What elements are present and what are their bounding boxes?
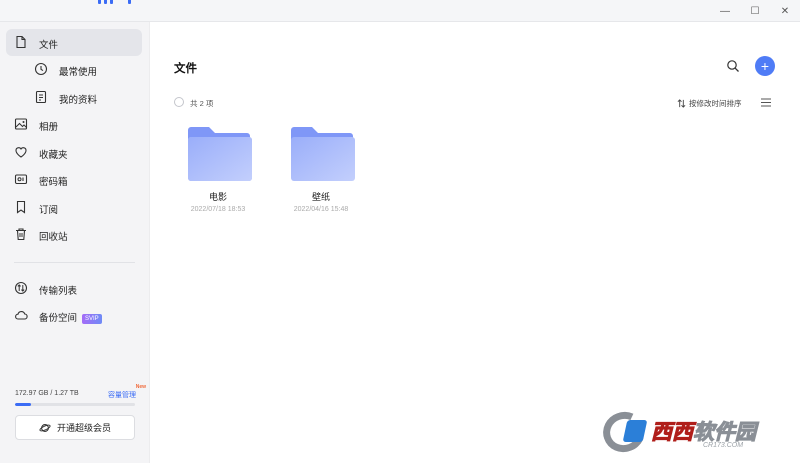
sidebar-item-label: 备份空间 SVIP xyxy=(39,310,102,324)
sidebar-item-label: 我的资料 xyxy=(59,95,98,106)
storage-progress-fill xyxy=(15,403,31,406)
sidebar-item-backup[interactable]: 备份空间 SVIP xyxy=(6,302,142,329)
svip-badge: SVIP xyxy=(82,314,102,324)
storage-used-text: 172.97 GB / 1.27 TB xyxy=(15,390,79,397)
sidebar-item-label: 传输列表 xyxy=(39,286,78,297)
sidebar-item-trash[interactable]: 回收站 xyxy=(6,221,142,248)
list-view-icon[interactable] xyxy=(761,98,771,107)
cloud-icon xyxy=(15,311,28,320)
main-content: 文件 + 共 2 项 按修改时间排序 电影 2022/07/18 18:53 壁… xyxy=(150,22,800,463)
sidebar-item-subscribe[interactable]: 订阅 xyxy=(6,194,142,221)
new-badge: New xyxy=(135,384,146,390)
close-button[interactable]: ✕ xyxy=(770,0,800,22)
heart-icon xyxy=(15,147,27,158)
bookmark-icon xyxy=(16,200,26,214)
sidebar-item-label: 最常使用 xyxy=(59,67,98,78)
sidebar-item-favorites[interactable]: 收藏夹 xyxy=(6,139,142,166)
document-icon xyxy=(35,90,47,104)
folder-name: 壁纸 xyxy=(311,192,330,202)
window-controls: — ☐ ✕ xyxy=(710,0,800,22)
plus-icon: + xyxy=(760,58,770,74)
folder-icon xyxy=(291,127,355,181)
sidebar-item-label: 文件 xyxy=(39,40,59,51)
open-vip-button[interactable]: 开通超级会员 xyxy=(15,415,135,440)
title-bar: — ☐ ✕ xyxy=(0,0,800,22)
sidebar-item-label: 订阅 xyxy=(39,205,59,216)
sidebar-item-safe[interactable]: 密码箱 xyxy=(6,166,142,193)
sidebar-item-label: 密码箱 xyxy=(39,177,68,188)
sidebar-item-label: 相册 xyxy=(39,122,59,133)
planet-icon xyxy=(39,423,51,432)
folder-item[interactable]: 壁纸 2022/04/16 15:48 xyxy=(276,124,366,224)
trash-icon xyxy=(16,228,26,241)
folder-name: 电影 xyxy=(208,192,227,202)
sidebar: 文件 最常使用 我的资料 相册 收藏夹 密码箱 订阅 回收站 传输列表 备份空间… xyxy=(0,22,150,463)
item-count: 共 2 项 xyxy=(190,99,214,108)
transfer-icon xyxy=(14,281,28,295)
sort-button[interactable]: 按修改时间排序 xyxy=(677,98,742,109)
sidebar-item-files[interactable]: 文件 xyxy=(6,29,142,56)
folder-icon xyxy=(188,127,252,181)
sidebar-item-recent[interactable]: 最常使用 xyxy=(6,56,142,83)
add-button[interactable]: + xyxy=(755,56,775,76)
watermark-url: CR173.COM xyxy=(703,442,744,449)
page-title: 文件 xyxy=(174,63,197,75)
sidebar-divider xyxy=(14,262,135,263)
sidebar-item-label-text: 备份空间 xyxy=(39,313,78,324)
file-icon xyxy=(16,35,26,49)
sort-icon xyxy=(677,99,686,108)
folder-date: 2022/04/16 15:48 xyxy=(293,206,349,213)
minimize-button[interactable]: — xyxy=(710,0,740,22)
maximize-button[interactable]: ☐ xyxy=(740,0,770,22)
folder-item[interactable]: 电影 2022/07/18 18:53 xyxy=(173,124,263,224)
image-icon xyxy=(14,118,28,130)
sidebar-item-label: 收藏夹 xyxy=(39,150,68,161)
sidebar-item-label: 回收站 xyxy=(39,232,68,243)
storage-manage-link[interactable]: 容量管理 xyxy=(108,390,136,400)
sidebar-item-transfers[interactable]: 传输列表 xyxy=(6,275,142,302)
open-vip-label: 开通超级会员 xyxy=(56,423,111,433)
sort-label: 按修改时间排序 xyxy=(689,99,742,108)
folder-date: 2022/07/18 18:53 xyxy=(190,206,246,213)
clock-icon xyxy=(34,62,48,76)
sidebar-item-my-docs[interactable]: 我的资料 xyxy=(6,84,142,111)
storage-progress-bar xyxy=(15,403,135,406)
search-icon[interactable] xyxy=(726,59,740,73)
safe-icon xyxy=(14,174,28,185)
select-all-checkbox[interactable] xyxy=(174,97,184,107)
sidebar-item-album[interactable]: 相册 xyxy=(6,111,142,138)
watermark-logo: 西西软件园 CR173.COM xyxy=(597,406,783,458)
app-logo xyxy=(98,0,134,4)
